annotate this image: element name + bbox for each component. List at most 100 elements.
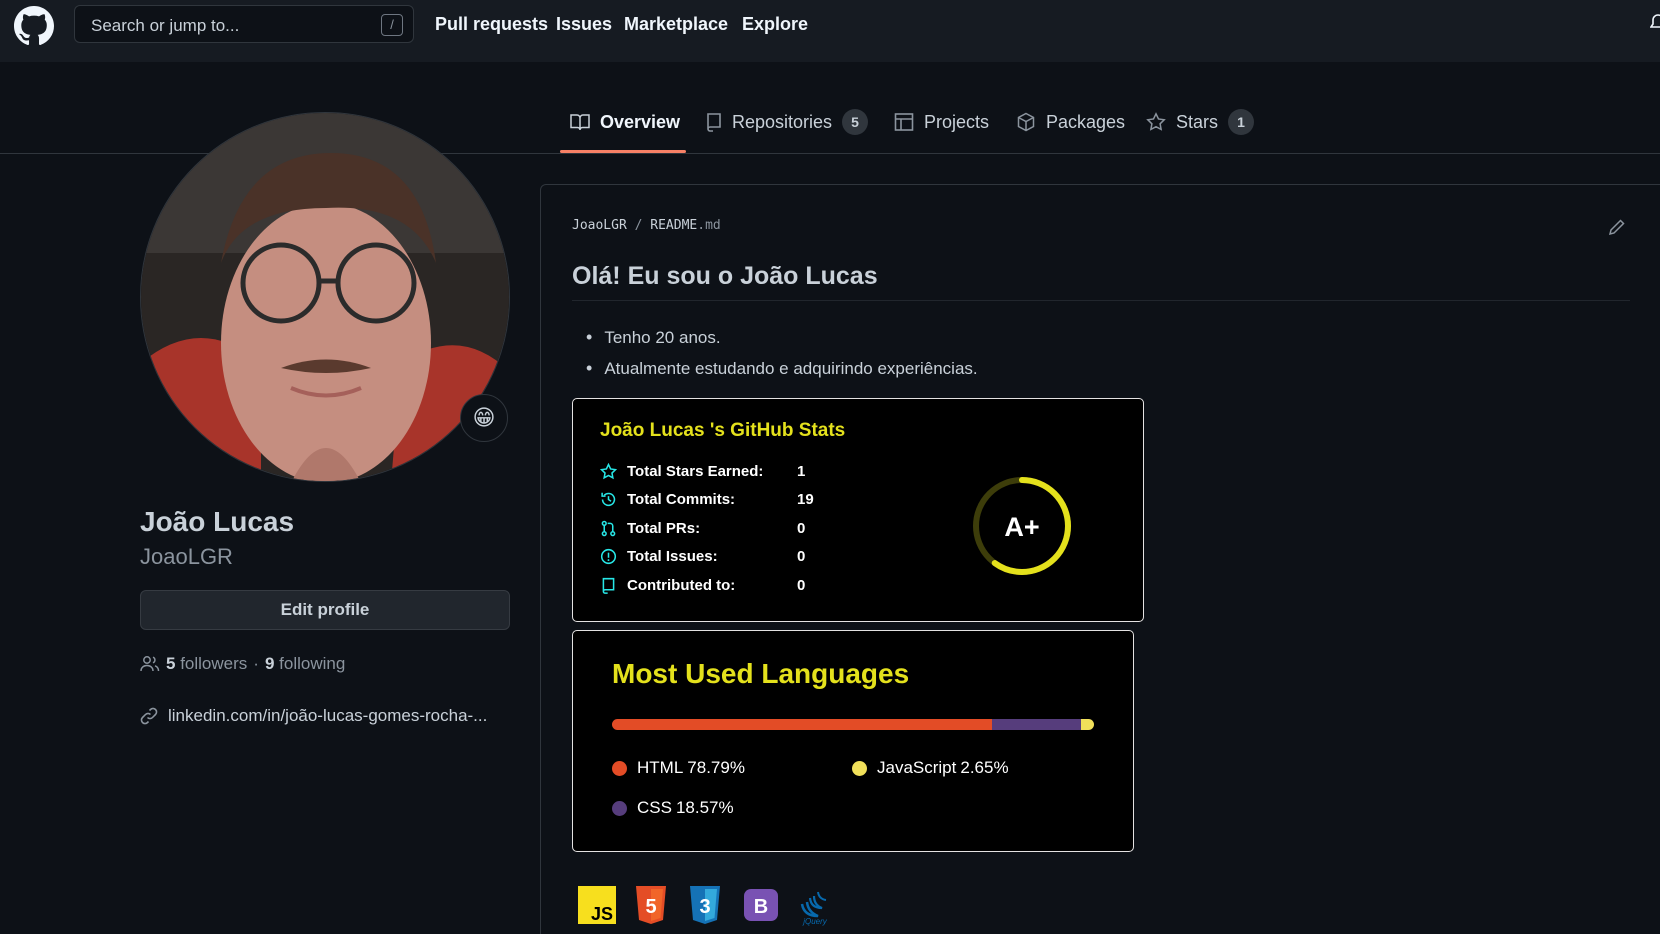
- stat-row: Total Commits: 19: [600, 489, 814, 509]
- language-name: JavaScript: [877, 758, 957, 777]
- table-icon: [894, 112, 914, 132]
- nav-explore[interactable]: Explore: [742, 14, 808, 35]
- nav-issues[interactable]: Issues: [556, 14, 612, 35]
- css3-icon: 3: [688, 886, 722, 926]
- stat-value: 1: [797, 462, 806, 480]
- notification-bell-icon[interactable]: [1650, 14, 1660, 34]
- search-placeholder: Search or jump to...: [91, 16, 240, 35]
- stat-row: Total Issues: 0: [600, 546, 805, 566]
- package-icon: [1016, 112, 1036, 132]
- tab-packages-label: Packages: [1046, 111, 1126, 132]
- language-bar-segment: [612, 719, 992, 730]
- stat-label: Total Issues:: [627, 547, 718, 565]
- javascript-icon: JS: [578, 886, 616, 926]
- language-color-dot: [612, 760, 627, 776]
- search-shortcut-key: /: [381, 14, 403, 36]
- stat-value: 0: [797, 547, 806, 565]
- stat-value: 0: [797, 576, 806, 594]
- nav-marketplace[interactable]: Marketplace: [624, 14, 728, 35]
- star-icon: [1146, 112, 1166, 132]
- tab-packages[interactable]: Packages: [1016, 108, 1125, 136]
- language-percent: 2.65%: [960, 758, 1009, 777]
- edit-profile-button[interactable]: Edit profile: [140, 590, 510, 630]
- rank-circle: A+: [970, 474, 1074, 578]
- jquery-icon: jQuery: [796, 886, 834, 926]
- languages-progress-bar: [612, 719, 1094, 730]
- tab-stars-label: Stars: [1176, 111, 1219, 132]
- tab-projects[interactable]: Projects: [894, 108, 989, 136]
- readme-owner-link[interactable]: JoaoLGR: [572, 218, 627, 233]
- followers-count: 5: [166, 654, 176, 673]
- readme-heading: Olá! Eu sou o João Lucas: [572, 262, 878, 290]
- pull-request-icon: [600, 520, 617, 537]
- jquery-icon-label: jQuery: [802, 917, 828, 926]
- stat-label: Total Commits:: [627, 490, 736, 508]
- language-percent: 78.79%: [687, 758, 745, 777]
- follow-separator: ·: [253, 654, 259, 673]
- readme-list: Tenho 20 anos. Atualmente estudando e ad…: [572, 322, 978, 384]
- language-item-html: HTML 78.79%: [612, 758, 745, 778]
- status-emoji-button[interactable]: 😁: [460, 394, 508, 442]
- top-header: Search or jump to... / Pull requests Iss…: [0, 0, 1660, 62]
- nav-pull-requests[interactable]: Pull requests: [435, 14, 548, 35]
- list-item: Tenho 20 anos.: [572, 322, 978, 353]
- tab-repositories-label: Repositories: [732, 111, 833, 132]
- tab-repositories[interactable]: Repositories 5: [706, 108, 869, 136]
- repo-icon: [706, 112, 722, 132]
- profile-login: JoaoLGR: [140, 544, 233, 569]
- star-icon: [600, 462, 617, 480]
- language-color-dot: [852, 760, 867, 776]
- stat-label: Total Stars Earned:: [627, 462, 764, 480]
- language-item-javascript: JavaScript 2.65%: [852, 758, 1009, 778]
- language-percent: 18.57%: [675, 798, 734, 817]
- readme-path: JoaoLGR / README.md: [572, 218, 721, 233]
- avatar[interactable]: [140, 112, 510, 482]
- languages-card-title: Most Used Languages: [612, 658, 910, 689]
- bootstrap-icon: B: [742, 886, 780, 926]
- stat-row: Contributed to: 0: [600, 575, 805, 595]
- rank-label: A+: [1004, 512, 1039, 542]
- stat-label: Total PRs:: [627, 519, 701, 537]
- linkedin-link[interactable]: linkedin.com/in/joão-lucas-gomes-rocha-.…: [168, 706, 487, 726]
- repo-icon: [600, 577, 617, 594]
- active-tab-indicator: [560, 150, 686, 153]
- javascript-icon-label: JS: [591, 904, 613, 924]
- stat-row: Total PRs: 0: [600, 518, 805, 538]
- following-link[interactable]: 9 following: [265, 654, 345, 674]
- history-icon: [600, 491, 617, 508]
- link-icon: [140, 707, 158, 725]
- html5-icon-label: 5: [645, 896, 656, 918]
- repositories-count: 5: [842, 109, 869, 135]
- readme-divider: [572, 300, 1630, 301]
- language-name: HTML: [637, 758, 684, 777]
- profile-name: João Lucas: [140, 506, 295, 537]
- stat-value: 19: [797, 490, 814, 508]
- tab-stars[interactable]: Stars 1: [1146, 108, 1255, 136]
- followers-label: followers: [180, 654, 248, 673]
- language-item-css: CSS 18.57%: [612, 798, 734, 818]
- stars-count: 1: [1228, 109, 1255, 135]
- readme-filename: README: [650, 218, 698, 233]
- stat-label: Contributed to:: [627, 576, 736, 594]
- book-icon: [570, 113, 590, 131]
- language-bar-segment: [1081, 719, 1094, 730]
- path-separator: /: [634, 218, 643, 233]
- pencil-icon[interactable]: [1608, 218, 1626, 236]
- search-input[interactable]: Search or jump to... /: [74, 5, 414, 43]
- html5-icon: 5: [634, 886, 668, 926]
- css3-icon-label: 3: [699, 896, 710, 918]
- following-count: 9: [264, 654, 275, 673]
- followers-link[interactable]: 5 followers: [166, 654, 247, 674]
- github-logo-icon[interactable]: [14, 6, 54, 46]
- tab-overview[interactable]: Overview: [570, 108, 680, 136]
- people-icon: [140, 655, 160, 673]
- profile-website: linkedin.com/in/joão-lucas-gomes-rocha-.…: [140, 706, 487, 726]
- stat-value: 0: [797, 519, 806, 537]
- tab-projects-label: Projects: [924, 111, 990, 132]
- language-bar-segment: [991, 719, 1082, 730]
- readme-extension: .md: [697, 218, 721, 233]
- language-name: CSS: [637, 798, 672, 817]
- bootstrap-icon-label: B: [754, 896, 768, 918]
- stats-card-title: João Lucas 's GitHub Stats: [600, 420, 846, 441]
- tab-overview-label: Overview: [600, 111, 681, 132]
